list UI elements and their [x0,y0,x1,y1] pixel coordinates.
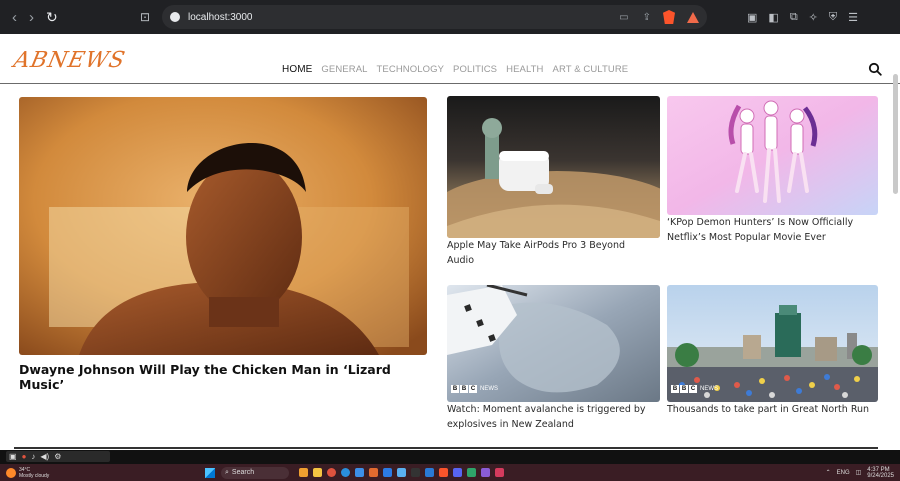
reload-icon[interactable]: ↻ [46,10,58,24]
menu-art-culture[interactable]: ART & CULTURE [553,64,629,75]
clock-date: 9/24/2025 [867,472,894,479]
browser-toolbar: ‹ › ↻ ⊡ localhost:3000 ▭ ⇪ ▣ ◧ ⧉ ✧ ⛨ ☰ [0,0,900,34]
weather-desc: Mostly cloudy [19,472,50,479]
extensions-icon[interactable]: ▣ [747,11,757,24]
page-scrollbar[interactable] [893,74,898,194]
vpn-icon[interactable]: ⛨ [829,11,837,24]
nav-buttons: ‹ › ↻ [0,10,140,25]
network-icon[interactable]: ◫ [856,470,862,476]
tabs-icon[interactable]: ⧉ [790,11,798,24]
discord-icon[interactable] [453,468,462,477]
app-icon[interactable] [495,468,504,477]
media-strip: ▣ ● ♪ ◀) ⚙ [0,450,900,464]
brave-shields-icon[interactable] [663,10,675,24]
browser-tools: ▣ ◧ ⧉ ✧ ⛨ ☰ [707,11,858,24]
url-text[interactable]: localhost:3000 [188,12,605,23]
file-explorer-icon[interactable] [313,468,322,477]
badge-text: NEWS [480,386,498,392]
main-menu: HOME GENERAL TECHNOLOGY POLITICS HEALTH … [282,64,628,75]
site-info-icon[interactable] [170,12,180,22]
weather-widget[interactable]: 34°C Mostly cloudy [0,467,205,479]
bookmark-icon[interactable]: ⊡ [140,10,162,24]
avalanche-article-image[interactable]: B B C NEWS [447,285,660,402]
menu-icon[interactable]: ☰ [848,11,858,24]
weather-icon [6,467,16,478]
media-controls: ▣ ● ♪ ◀) ⚙ [6,451,110,462]
bbc-news-badge: B B C NEWS [451,385,498,393]
leo-icon[interactable]: ✧ [809,11,818,24]
site-logo[interactable]: ABNEWS [11,48,127,73]
record-icon[interactable]: ● [22,452,27,461]
screen: ‹ › ↻ ⊡ localhost:3000 ▭ ⇪ ▣ ◧ ⧉ ✧ ⛨ ☰ A… [0,0,900,481]
search-icon: ⌕ [225,468,229,476]
featured-article-image[interactable] [19,97,427,355]
web-page: ABNEWS HOME GENERAL TECHNOLOGY POLITICS … [0,34,900,450]
search-icon[interactable] [868,62,882,76]
taskbar-search-label: Search [231,469,255,476]
vscode-icon[interactable] [425,468,434,477]
settings-icon[interactable]: ⚙ [54,452,61,461]
menu-politics[interactable]: POLITICS [453,64,497,75]
brave-icon[interactable] [439,468,448,477]
os-taskbar: 34°C Mostly cloudy ⌕ Search ⌃ ENG ◫ 4:37… [0,464,900,481]
volume-icon[interactable]: ◀) [40,452,49,461]
camera-icon[interactable]: ▣ [9,452,17,461]
app-icon[interactable] [481,468,490,477]
avalanche-article-title[interactable]: Watch: Moment avalanche is triggered by … [447,402,659,432]
app-icon[interactable] [467,468,476,477]
menu-technology[interactable]: TECHNOLOGY [377,64,445,75]
run-article-title[interactable]: Thousands to take part in Great North Ru… [667,402,877,417]
taskbar-apps [299,468,504,477]
photos-icon[interactable] [397,468,406,477]
menu-health[interactable]: HEALTH [506,64,543,75]
system-tray: ⌃ ENG ◫ 4:37 PM 9/24/2025 [826,467,900,479]
back-icon[interactable]: ‹ [12,10,17,25]
widgets-icon[interactable] [299,468,308,477]
section-divider [14,447,878,449]
run-article-image[interactable]: B B C NEWS [667,285,878,402]
language-indicator[interactable]: ENG [837,470,850,476]
badge-text: NEWS [700,386,718,392]
share-icon[interactable]: ⇪ [643,12,651,23]
address-bar[interactable]: localhost:3000 ▭ ⇪ [162,5,707,29]
mic-icon[interactable]: ♪ [31,452,35,461]
taskbar-search[interactable]: ⌕ Search [221,466,289,479]
clock[interactable]: 4:37 PM 9/24/2025 [867,467,894,479]
office-icon[interactable] [369,468,378,477]
windows-start-icon[interactable] [205,467,215,478]
store-icon[interactable] [355,468,364,477]
kpop-article-image[interactable] [667,96,878,215]
bbc-news-badge: B B C NEWS [671,385,718,393]
brave-rewards-icon[interactable] [687,11,699,23]
airpods-article-image[interactable] [447,96,660,238]
menu-general[interactable]: GENERAL [321,64,367,75]
kpop-article-title[interactable]: ‘KPop Demon Hunters’ Is Now Officially N… [667,215,877,245]
edge-icon[interactable] [341,468,350,477]
tray-chevron-icon[interactable]: ⌃ [826,470,831,476]
terminal-icon[interactable] [411,468,420,477]
airpods-article-title[interactable]: Apple May Take AirPods Pro 3 Beyond Audi… [447,238,652,268]
chrome-icon[interactable] [327,468,336,477]
site-header: ABNEWS HOME GENERAL TECHNOLOGY POLITICS … [0,34,900,84]
cast-icon[interactable]: ▭ [619,12,628,23]
sidebar-icon[interactable]: ◧ [768,11,778,24]
featured-article-title[interactable]: Dwayne Johnson Will Play the Chicken Man… [19,362,439,392]
mail-icon[interactable] [383,468,392,477]
menu-home[interactable]: HOME [282,64,312,75]
forward-icon[interactable]: › [29,10,34,25]
